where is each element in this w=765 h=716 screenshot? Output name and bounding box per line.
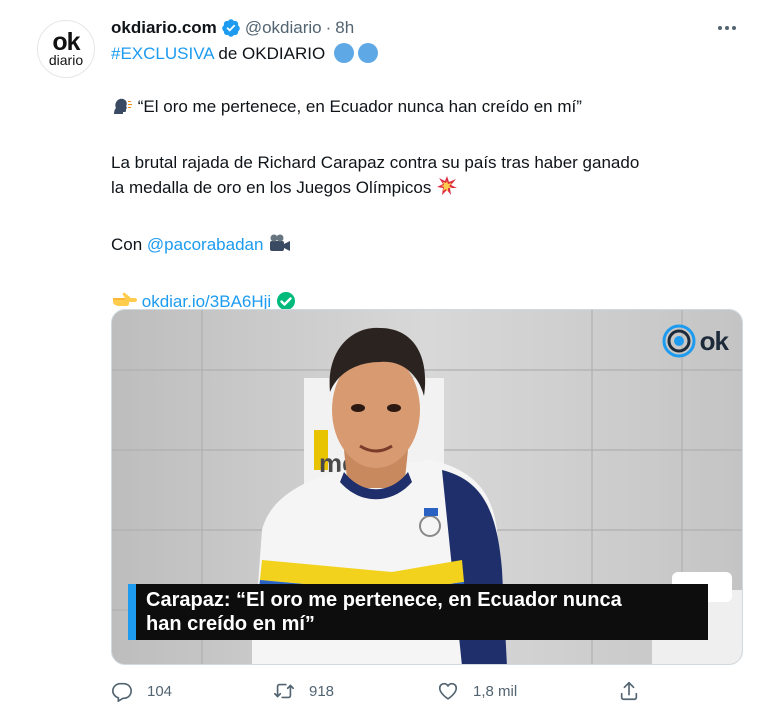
okdiario-watermark: ok [662,324,729,358]
share-icon [620,681,638,701]
retweet-icon [274,683,294,699]
avatar-logo-ok: ok [52,27,80,56]
timestamp[interactable]: 8h [335,18,354,38]
more-options-button[interactable] [715,16,739,40]
tweet-text: #EXCLUSIVA de OKDIARIO “El oro me perten… [111,42,731,318]
video-caption-line-2: han creído en mí” [146,613,315,635]
movie-camera-emoji-icon [268,232,292,261]
video-media[interactable]: me ok Carapaz: “El oro me pertenece, en … [111,309,743,665]
tweet-paragraph-line-2-text: la medalla de oro en los Juegos Olímpico… [111,178,432,197]
tweet-credit-line: Con @pacorabadan [111,232,731,261]
more-dot-icon [725,26,729,30]
more-dot-icon [718,26,722,30]
more-dot-icon [732,26,736,30]
signal-logo-icon [662,324,696,358]
tweet-quote: “El oro me pertenece, en Ecuador nunca h… [137,97,582,116]
retweet-count: 918 [309,682,335,700]
retweet-button[interactable]: 918 [273,680,334,702]
account-handle[interactable]: @okdiario [245,18,322,38]
avatar[interactable]: ok diario [37,20,95,78]
reply-count: 104 [147,682,173,700]
reply-button[interactable]: 104 [111,680,172,702]
tweet-quote-line: “El oro me pertenece, en Ecuador nunca h… [111,94,731,123]
tweet-line-1-text: de OKDIARIO [218,44,326,63]
verified-badge-icon [221,18,241,38]
like-button[interactable]: 1,8 mil [437,680,517,702]
reply-icon [112,682,132,702]
heart-icon [438,682,458,700]
separator-dot: · [325,18,332,37]
mention-link[interactable]: @pacorabadan [147,235,264,254]
avatar-logo-diario: diario [48,51,84,68]
tweet-paragraph-line-1: La brutal rajada de Richard Carapaz cont… [111,153,640,172]
watermark-ok-text: ok [699,325,729,356]
hashtag-link[interactable]: #EXCLUSIVA [111,44,214,63]
collision-emoji-icon [436,175,458,204]
speaking-head-emoji-icon [111,94,133,123]
account-name[interactable]: okdiario.com [111,18,217,38]
blue-circle-emoji-icon [333,43,354,63]
like-count: 1,8 mil [473,682,518,700]
tweet-paragraph-line-2: la medalla de oro en los Juegos Olímpico… [111,175,731,204]
video-caption: Carapaz: “El oro me pertenece, en Ecuado… [128,584,708,640]
share-button[interactable] [618,680,640,702]
tweet-line-1: #EXCLUSIVA de OKDIARIO [111,42,731,66]
blue-circle-emoji-icon [357,43,378,63]
video-caption-line-1: Carapaz: “El oro me pertenece, en Ecuado… [146,589,622,611]
tweet-header: okdiario.com @okdiario · 8h [111,16,354,40]
tweet[interactable]: ok diario okdiario.com @okdiario · 8h #E… [0,0,765,716]
con-label: Con [111,235,143,254]
tweet-actions: 104 918 1,8 mil [111,680,743,706]
